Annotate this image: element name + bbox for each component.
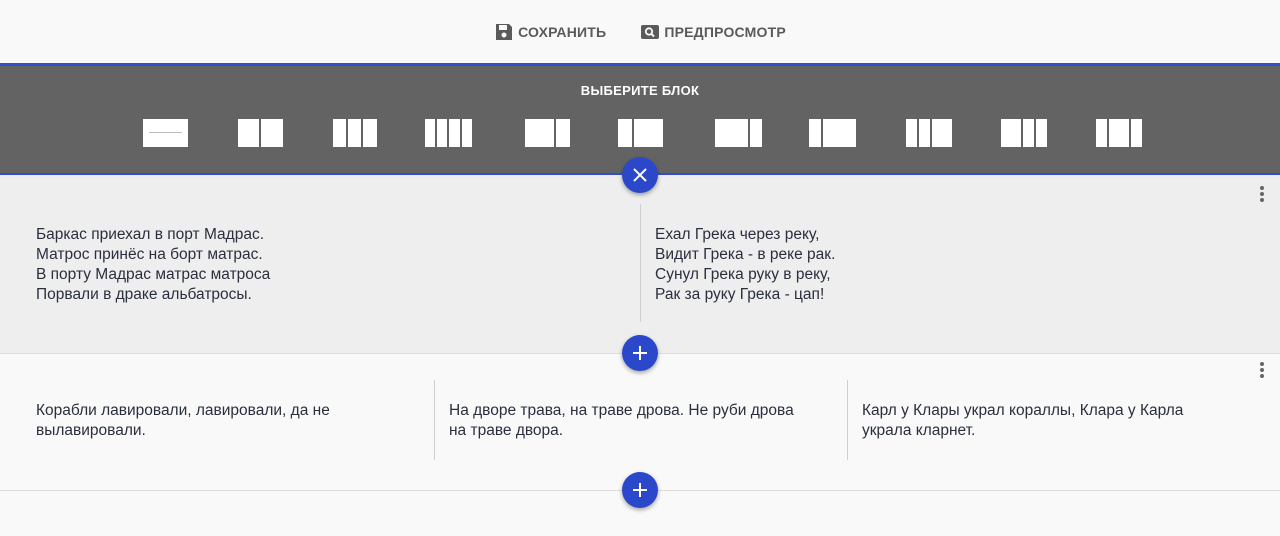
preview-icon: [641, 24, 660, 39]
preview-label: ПРЕДПРОСМОТР: [664, 23, 786, 40]
text-column[interactable]: Карл у Клары украл кораллы, Клара у Карл…: [862, 401, 1262, 441]
text-column[interactable]: Ехал Грека через реку, Видит Грека - в р…: [655, 225, 1235, 305]
row-menu-icon[interactable]: [1256, 184, 1268, 204]
chooser-title: ВЫБЕРИТЕ БЛОК: [580, 83, 700, 98]
layout-1-2-1[interactable]: [1096, 119, 1142, 147]
layout-1-3[interactable]: [809, 119, 856, 147]
layout-2-1-1[interactable]: [1001, 119, 1047, 147]
layout-2-cols[interactable]: [238, 119, 283, 147]
content-row-1: Баркас приехал в порт Мадрас. Матрос при…: [0, 175, 1280, 354]
save-icon: [496, 23, 513, 40]
preview-button[interactable]: ПРЕДПРОСМОТР: [640, 22, 786, 42]
layout-1-2[interactable]: [525, 119, 570, 147]
column-divider: [847, 380, 848, 460]
layout-3-cols[interactable]: [333, 119, 377, 147]
plus-icon: [633, 483, 647, 497]
row-menu-icon[interactable]: [1256, 360, 1268, 380]
add-block-button[interactable]: [622, 335, 658, 371]
layout-options: [0, 119, 1280, 147]
content-row-2: Корабли лавировали, лавировали, да не вы…: [0, 354, 1280, 491]
layout-1-1-2[interactable]: [906, 119, 952, 147]
close-chooser-button[interactable]: [622, 157, 658, 193]
layout-full[interactable]: [143, 119, 188, 147]
close-icon: [633, 168, 647, 182]
plus-icon: [633, 346, 647, 360]
column-divider: [640, 204, 641, 322]
top-toolbar: СОХРАНИТЬ ПРЕДПРОСМОТР: [0, 0, 1280, 63]
text-column[interactable]: Баркас приехал в порт Мадрас. Матрос при…: [36, 225, 616, 305]
text-column[interactable]: На дворе трава, на траве дрова. Не руби …: [449, 401, 839, 441]
add-block-button[interactable]: [622, 472, 658, 508]
layout-2-1-alt[interactable]: [715, 119, 762, 147]
column-divider: [434, 380, 435, 460]
layout-2-1[interactable]: [618, 119, 663, 147]
save-button[interactable]: СОХРАНИТЬ: [494, 22, 606, 42]
save-label: СОХРАНИТЬ: [518, 23, 607, 40]
layout-4-cols[interactable]: [425, 119, 472, 147]
text-column[interactable]: Корабли лавировали, лавировали, да не вы…: [36, 401, 426, 441]
